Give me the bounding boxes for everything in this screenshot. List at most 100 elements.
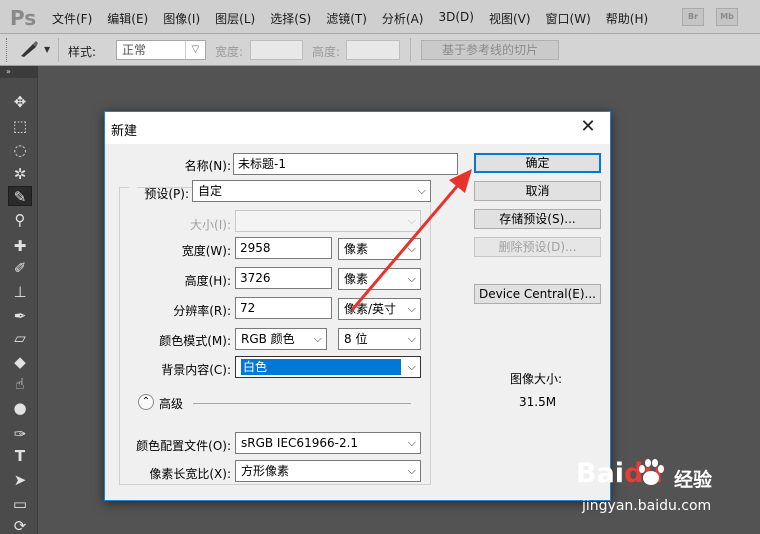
options-bar: ▼ 样式: 正常 ▽ 宽度: 高度: 基于参考线的切片 [0,34,760,66]
dodge-tool-icon[interactable]: ● [8,398,32,418]
resolution-unit-select[interactable]: 像素/英寸 ⌵ [338,298,421,320]
bit-depth-value: 8 位 [344,332,368,346]
color-profile-select[interactable]: sRGB IEC61966-2.1 ⌵ [235,432,421,454]
resolution-label: 分辨率(R): [173,304,231,318]
width-label: 宽度(W): [181,244,231,258]
menu-select[interactable]: 选择(S) [270,10,311,27]
menu-3d[interactable]: 3D(D) [438,10,473,27]
baidu-paw-icon [639,459,664,485]
menu-view[interactable]: 视图(V) [489,10,531,27]
eraser-tool-icon[interactable]: ▱ [8,328,32,348]
3d-rotate-tool-icon[interactable]: ⟳ [8,516,32,534]
background-value: 白色 [240,358,402,376]
background-select[interactable]: 白色 ⌵ [235,356,421,378]
type-tool-icon[interactable]: T [8,446,32,466]
style-label: 样式: [68,45,97,59]
width-unit-select[interactable]: 像素 ⌵ [338,238,421,260]
chevron-down-icon: ⌵ [407,464,416,477]
chevron-down-icon: ⌵ [407,214,416,227]
style-select-value: 正常 [122,43,147,57]
paint-bucket-tool-icon[interactable]: ◆ [8,352,32,372]
dialog-title: 新建 [111,124,138,139]
image-size-label: 图像大小: [510,372,563,386]
cancel-button[interactable]: 取消 [474,181,601,201]
clone-stamp-tool-icon[interactable]: ⊥ [8,282,32,302]
pixel-aspect-value: 方形像素 [241,464,290,478]
toolbox-expand-toggle[interactable]: » [0,66,37,78]
brush-tool-icon[interactable]: ✐ [8,258,32,278]
save-preset-button[interactable]: 存储预设(S)... [474,209,601,229]
chevron-down-icon: ⌵ [407,436,416,449]
healing-brush-tool-icon[interactable]: ✚ [8,236,32,256]
marquee-tool-icon[interactable]: ⬚ [8,116,32,136]
width-input[interactable]: 2958 [235,237,332,259]
menu-file[interactable]: 文件(F) [52,10,92,27]
history-brush-tool-icon[interactable]: ✒ [8,306,32,326]
menu-bar: Ps 文件(F) 编辑(E) 图像(I) 图层(L) 选择(S) 滤镜(T) 分… [0,0,760,34]
color-mode-select[interactable]: RGB 颜色 ⌵ [235,328,327,350]
menu-layer[interactable]: 图层(L) [215,10,255,27]
eyedropper-tool-icon[interactable]: ⚲ [8,210,32,230]
style-select[interactable]: 正常 ▽ [116,40,206,60]
pixel-aspect-label: 像素长宽比(X): [149,467,231,481]
lasso-tool-icon[interactable]: ◌ [8,140,32,160]
options-separator [410,38,411,62]
resolution-unit-value: 像素/英寸 [344,302,397,316]
height-unit-select[interactable]: 像素 ⌵ [338,268,421,290]
preset-select-value: 自定 [198,184,223,198]
height-label: 高度(H): [184,274,231,288]
smudge-tool-icon[interactable]: ☝ [8,374,32,394]
bridge-button[interactable]: Br [682,8,704,26]
name-input[interactable]: 未标题-1 [233,153,458,175]
watermark-url: jingyan.baidu.com [582,498,712,514]
slice-tool-icon[interactable] [18,39,40,63]
watermark-brand-cn: 经验 [674,469,713,491]
menu-filter[interactable]: 滤镜(T) [326,10,367,27]
chevron-down-icon: ⌵ [417,184,426,197]
close-icon[interactable]: ✕ [574,116,602,140]
tool-preset-chevron-icon[interactable]: ▼ [44,45,50,54]
advanced-label[interactable]: 高级 [159,395,187,412]
menu-edit[interactable]: 编辑(E) [107,10,148,27]
path-selection-tool-icon[interactable]: ➤ [8,470,32,490]
height-input[interactable]: 3726 [235,267,332,289]
height-unit-value: 像素 [344,272,369,286]
chevron-down-icon: ⌵ [407,242,416,255]
resolution-input[interactable]: 72 [235,297,332,319]
pixel-aspect-select[interactable]: 方形像素 ⌵ [235,460,421,482]
quick-selection-tool-icon[interactable]: ✲ [8,164,32,184]
width-unit-value: 像素 [344,242,369,256]
mini-bridge-button[interactable]: Mb [716,8,738,26]
photoshop-logo: Ps [10,6,37,30]
device-central-button[interactable]: Device Central(E)... [474,284,601,304]
menu-help[interactable]: 帮助(H) [606,10,648,27]
menu-items: 文件(F) 编辑(E) 图像(I) 图层(L) 选择(S) 滤镜(T) 分析(A… [52,10,663,27]
ok-button[interactable]: 确定 [474,153,601,173]
chevron-down-icon: ▽ [185,41,205,59]
preset-select[interactable]: 自定 ⌵ [192,180,431,202]
new-document-dialog: 新建 ✕ 名称(N): 未标题-1 预设(P): 自定 ⌵ 大小(I): ⌵ 宽… [104,111,611,501]
preset-label: 预设(P): [144,187,189,201]
menu-analysis[interactable]: 分析(A) [382,10,424,27]
slice-tool-icon[interactable]: ✎ [8,186,32,206]
shape-tool-icon[interactable]: ▭ [8,494,32,514]
menu-window[interactable]: 窗口(W) [546,10,591,27]
menu-image[interactable]: 图像(I) [163,10,200,27]
options-grip[interactable] [6,38,10,62]
size-select[interactable]: ⌵ [235,210,421,232]
dialog-title-bar[interactable]: 新建 ✕ [105,112,610,144]
color-mode-value: RGB 颜色 [241,332,295,346]
delete-preset-button[interactable]: 删除预设(D)... [474,237,601,257]
chevron-down-icon: ⌵ [313,332,322,345]
pen-tool-icon[interactable]: ✑ [8,424,32,444]
options-separator [58,38,59,62]
width-field[interactable] [250,40,303,60]
chevron-down-icon: ⌵ [407,360,416,373]
move-tool-icon[interactable]: ✥ [8,92,32,112]
slices-from-guides-button[interactable]: 基于参考线的切片 [421,40,559,60]
chevron-down-icon: ⌵ [407,332,416,345]
bit-depth-select[interactable]: 8 位 ⌵ [338,328,421,350]
watermark-brand-a: Bai [576,458,625,489]
advanced-toggle-icon[interactable]: ⌃ [138,394,154,410]
height-field[interactable] [346,40,400,60]
